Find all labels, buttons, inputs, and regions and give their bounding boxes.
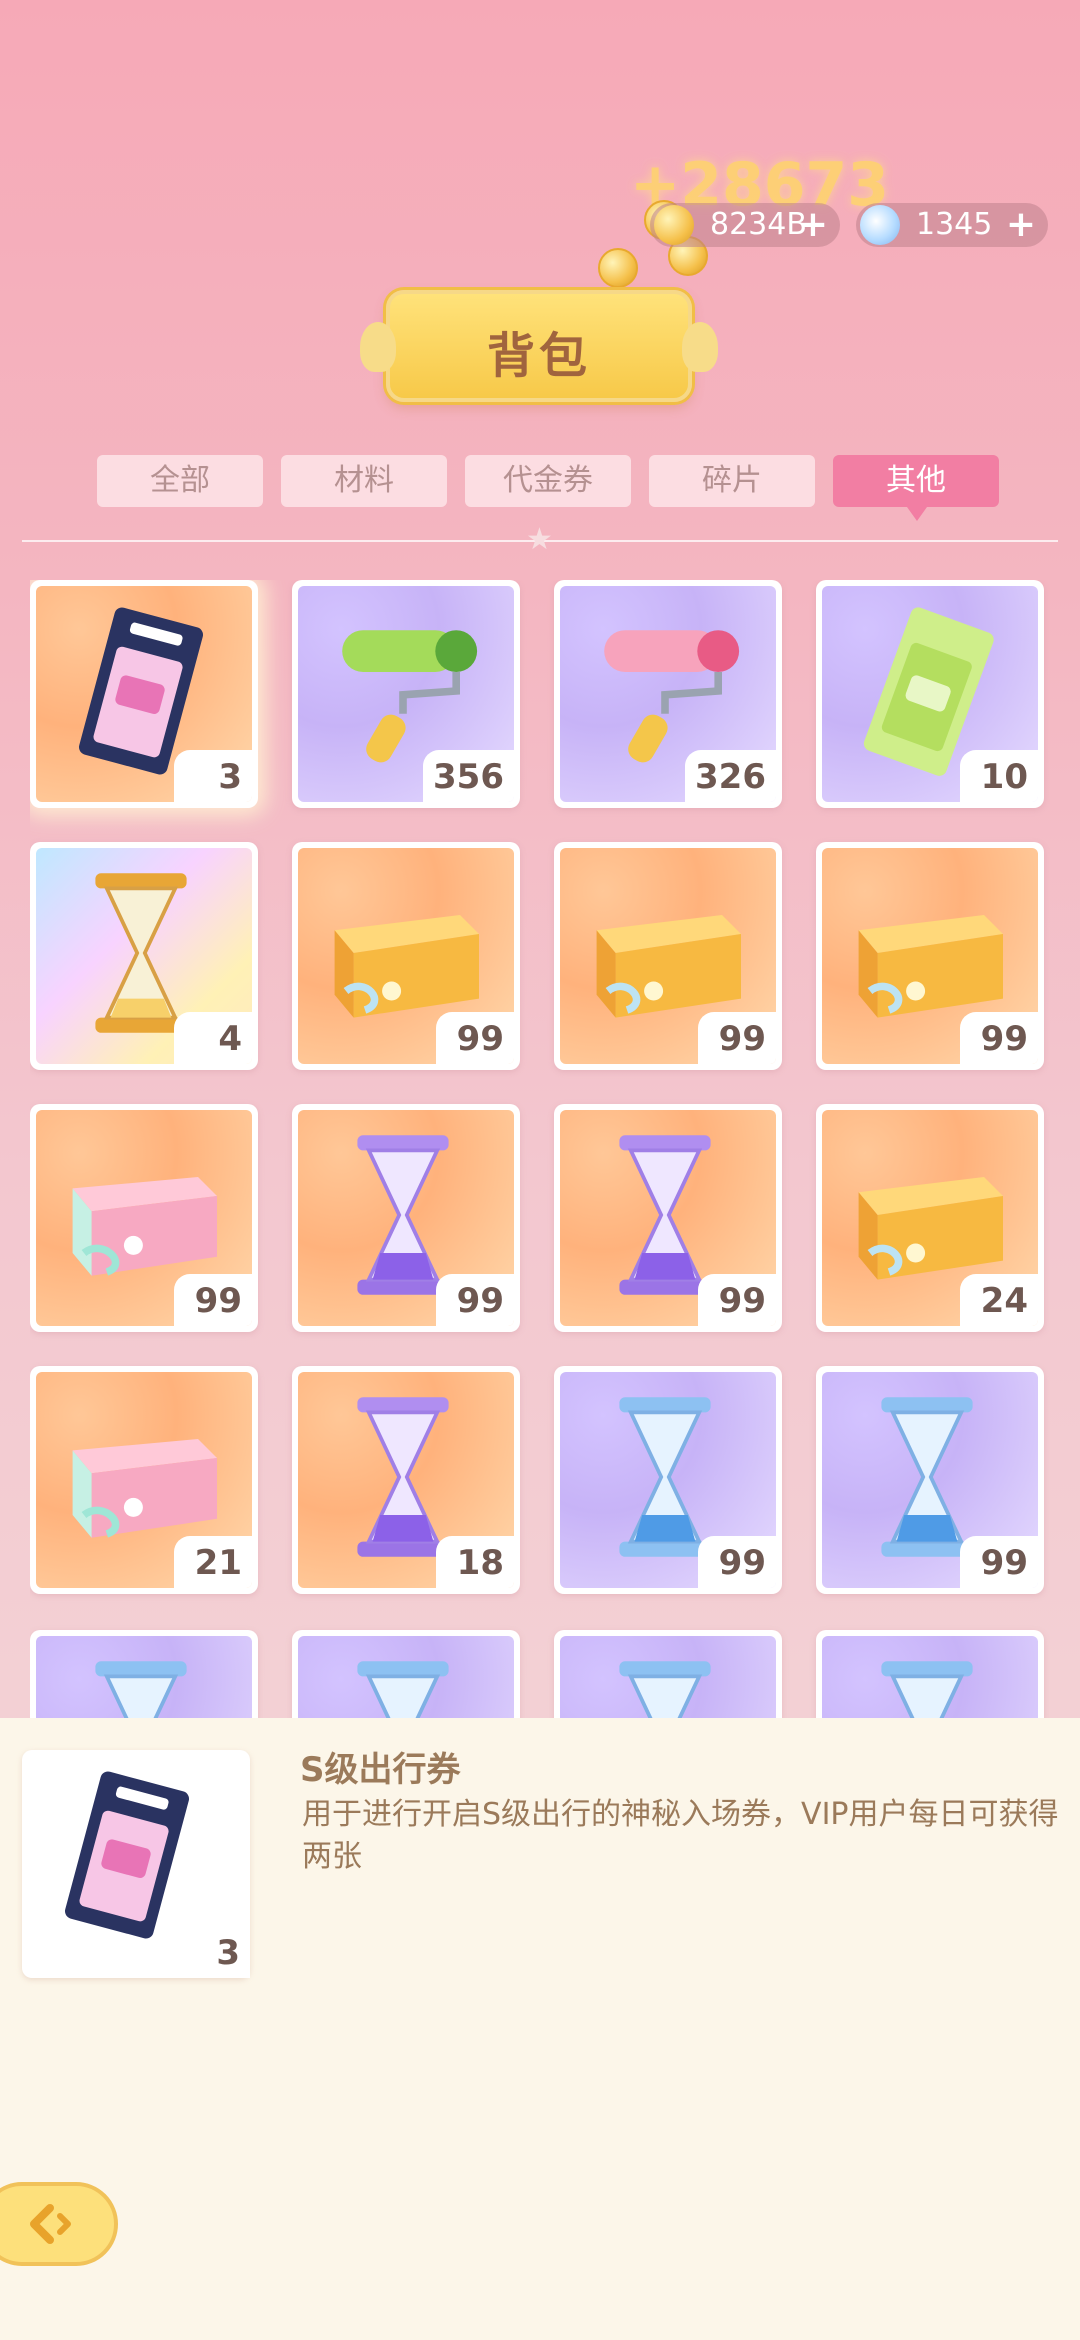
inventory-item[interactable]: 99	[554, 1104, 782, 1332]
hourglass-blue-icon	[95, 1661, 187, 1720]
item-frame	[298, 1636, 514, 1720]
inventory-item[interactable]: 356	[292, 580, 520, 808]
item-count: 99	[960, 1012, 1038, 1064]
inventory-grid: 3 356 326 10 4 99 99 99 99 99 99 24 21 18 99 99	[30, 580, 1050, 1720]
page-title: 背包	[486, 328, 591, 384]
item-frame: 99	[298, 1110, 514, 1326]
item-frame: 10	[822, 586, 1038, 802]
inventory-item[interactable]: 99	[816, 1366, 1044, 1594]
inventory-item[interactable]: 18	[292, 1366, 520, 1594]
ticket-navy-icon	[64, 1771, 190, 1939]
inventory-item[interactable]: 24	[816, 1104, 1044, 1332]
detail-item-card: 3	[22, 1750, 250, 1978]
tab-materials[interactable]: 材料	[281, 455, 447, 507]
item-frame: 18	[298, 1372, 514, 1588]
coin-icon	[654, 205, 694, 245]
inventory-item[interactable]: 99	[554, 842, 782, 1070]
tab-fragments[interactable]: 碎片	[649, 455, 815, 507]
inventory-item[interactable]	[292, 1630, 520, 1720]
hourglass-blue-icon	[357, 1661, 449, 1720]
item-frame: 99	[822, 1372, 1038, 1588]
hourglass-blue-icon	[881, 1661, 973, 1720]
item-frame	[560, 1636, 776, 1720]
detail-item-name: S级出行券	[300, 1750, 461, 1790]
item-count: 356	[423, 750, 514, 802]
item-frame: 3	[36, 586, 252, 802]
coin-icon	[598, 248, 638, 288]
item-frame	[822, 1636, 1038, 1720]
item-count: 99	[698, 1274, 776, 1326]
back-arrow-icon	[30, 2204, 71, 2244]
snowflake-gem-icon	[860, 205, 900, 245]
inventory-item[interactable]: 99	[816, 842, 1044, 1070]
item-frame	[36, 1636, 252, 1720]
inventory-item[interactable]: 99	[554, 1366, 782, 1594]
item-frame: 24	[822, 1110, 1038, 1326]
item-count: 99	[698, 1536, 776, 1588]
item-frame: 326	[560, 586, 776, 802]
item-count: 18	[436, 1536, 514, 1588]
item-count: 4	[174, 1012, 252, 1064]
tab-other[interactable]: 其他	[833, 455, 999, 521]
gem-counter: 1345 +	[856, 203, 1048, 247]
item-count: 24	[960, 1274, 1038, 1326]
inventory-item[interactable]: 99	[30, 1104, 258, 1332]
item-frame: 21	[36, 1372, 252, 1588]
inventory-item[interactable]	[554, 1630, 782, 1720]
category-tabs: 全部 材料 代金券 碎片 其他	[97, 455, 999, 521]
inventory-item[interactable]: 4	[30, 842, 258, 1070]
item-frame: 99	[560, 1372, 776, 1588]
inventory-item[interactable]	[30, 1630, 258, 1720]
hourglass-blue-icon	[619, 1661, 711, 1720]
inventory-item[interactable]: 21	[30, 1366, 258, 1594]
item-frame: 99	[560, 848, 776, 1064]
item-count: 21	[174, 1536, 252, 1588]
add-gem-button[interactable]: +	[1006, 203, 1036, 247]
item-frame: 99	[36, 1110, 252, 1326]
star-icon: ★	[526, 522, 553, 557]
detail-item-count: 3	[172, 1926, 250, 1978]
inventory-item[interactable]: 3	[30, 580, 258, 808]
inventory-item[interactable]: 10	[816, 580, 1044, 808]
back-button[interactable]	[0, 2182, 118, 2266]
item-count: 99	[960, 1536, 1038, 1588]
tab-vouchers[interactable]: 代金券	[465, 455, 631, 507]
item-count: 3	[174, 750, 252, 802]
detail-item-description: 用于进行开启S级出行的神秘入场券，VIP用户每日可获得两张	[302, 1797, 1059, 1874]
item-detail-panel: 3 S级出行券 用于进行开启S级出行的神秘入场券，VIP用户每日可获得两张	[0, 1718, 1080, 2340]
gold-counter: 8234B +	[650, 203, 840, 247]
item-frame: 4	[36, 848, 252, 1064]
add-gold-button[interactable]: +	[798, 203, 828, 247]
item-frame: 99	[822, 848, 1038, 1064]
item-count: 326	[685, 750, 776, 802]
item-count: 99	[436, 1012, 514, 1064]
item-count: 99	[698, 1012, 776, 1064]
item-count: 10	[960, 750, 1038, 802]
inventory-item[interactable]: 326	[554, 580, 782, 808]
gold-value: 8234B	[710, 207, 807, 242]
item-count: 99	[436, 1274, 514, 1326]
title-plaque: 背包	[360, 290, 718, 402]
item-frame: 99	[560, 1110, 776, 1326]
inventory-item[interactable]: 99	[292, 1104, 520, 1332]
item-frame: 356	[298, 586, 514, 802]
gem-value: 1345	[916, 207, 993, 242]
inventory-item[interactable]	[816, 1630, 1044, 1720]
item-frame: 99	[298, 848, 514, 1064]
item-count: 99	[174, 1274, 252, 1326]
inventory-item[interactable]: 99	[292, 842, 520, 1070]
tab-all[interactable]: 全部	[97, 455, 263, 507]
